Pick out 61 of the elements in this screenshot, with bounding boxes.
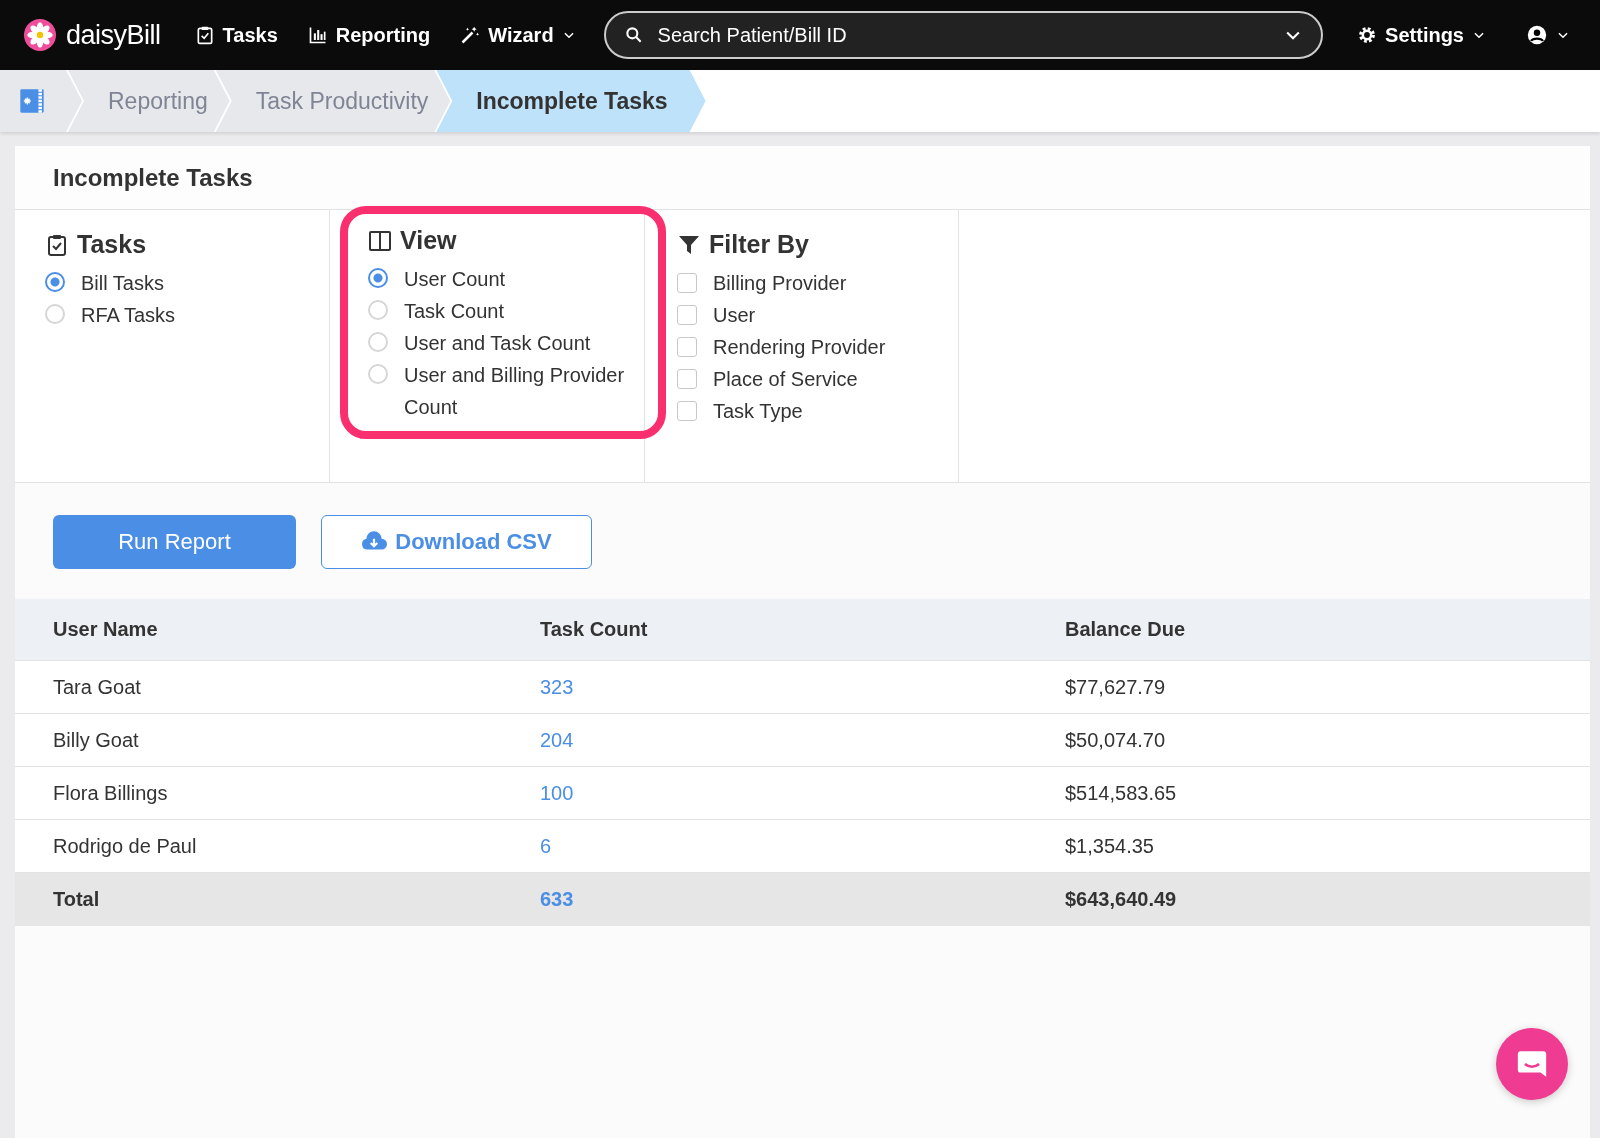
group-heading: View: [400, 226, 457, 255]
option-label: User Count: [404, 267, 507, 292]
nav-link[interactable]: Tasks: [184, 23, 288, 47]
task-count-link[interactable]: 323: [540, 675, 574, 698]
table-cell-text: $643,640.49: [1065, 888, 1178, 911]
logo-text[interactable]: daisyBill: [66, 19, 161, 51]
flower-logo-icon: [24, 19, 56, 51]
search-icon: [623, 25, 644, 45]
table-cell-text: Tara Goat: [53, 675, 142, 699]
breadcrumb-item[interactable]: Task Productivity: [215, 70, 451, 132]
nav-link[interactable]: Wizard: [450, 23, 586, 47]
checkbox[interactable]: [677, 273, 697, 293]
option-label: Bill Tasks: [81, 271, 165, 296]
option-label: Rendering Provider: [713, 335, 887, 360]
group-heading: Filter By: [709, 230, 810, 259]
option-label: Billing Provider: [713, 271, 848, 296]
option-label: User and Task Count: [404, 331, 592, 356]
breadcrumb-home[interactable]: [0, 70, 82, 132]
table-cell-text: $77,627.79: [1065, 675, 1167, 699]
checkbox[interactable]: [677, 401, 697, 421]
checkbox[interactable]: [677, 305, 697, 325]
settings-menu[interactable]: Settings: [1347, 23, 1496, 47]
radio-button[interactable]: [368, 268, 388, 288]
table-cell-text: Total: [53, 888, 101, 911]
table-cell-text: Rodrigo de Paul: [53, 834, 198, 858]
clipboard-check-icon: [45, 232, 69, 257]
task-count-link[interactable]: 633: [540, 888, 574, 910]
breadcrumb-item[interactable]: Incomplete Tasks: [436, 70, 706, 132]
radio-button[interactable]: [45, 272, 65, 292]
table-cell-text: Billy Goat: [53, 728, 140, 752]
option-label: Task Type: [713, 399, 804, 424]
checkbox[interactable]: [677, 337, 697, 357]
group-heading: Tasks: [77, 230, 147, 259]
option-label: User and Billing Provider Count: [404, 363, 626, 420]
option-label: User: [713, 303, 757, 328]
task-count-link[interactable]: 204: [540, 728, 574, 751]
option-label: RFA Tasks: [81, 303, 177, 328]
column-header: Balance Due: [1065, 618, 1187, 641]
option-label: Place of Service: [713, 367, 859, 392]
columns-icon: [368, 228, 392, 253]
magic-wand-icon: [460, 25, 481, 45]
table-cell-text: $50,074.70: [1065, 728, 1167, 752]
search-input[interactable]: Search Patient/Bill ID: [655, 22, 1272, 48]
column-header: Task Count: [540, 618, 649, 641]
bar-chart-icon: [307, 25, 328, 45]
task-count-link[interactable]: 100: [540, 781, 574, 804]
column-header: User Name: [53, 618, 159, 641]
breadcrumb-item[interactable]: Reporting: [68, 70, 230, 132]
run-report-button[interactable]: Run Report: [53, 515, 296, 569]
task-count-link[interactable]: 6: [540, 834, 552, 857]
table-cell-text: Flora Billings: [53, 781, 169, 805]
table-cell-text: $1,354.35: [1065, 834, 1155, 858]
user-avatar-icon: [1526, 24, 1548, 46]
table-cell-text: $514,583.65: [1065, 781, 1178, 805]
document-icon: [18, 86, 46, 116]
checkbox[interactable]: [677, 369, 697, 389]
settings-icon: [1357, 25, 1378, 45]
download-button[interactable]: Download CSV: [321, 515, 592, 569]
option-label: Task Count: [404, 299, 506, 324]
search-bar[interactable]: Search Patient/Bill ID: [603, 11, 1324, 59]
nav-link[interactable]: Reporting: [297, 23, 441, 47]
